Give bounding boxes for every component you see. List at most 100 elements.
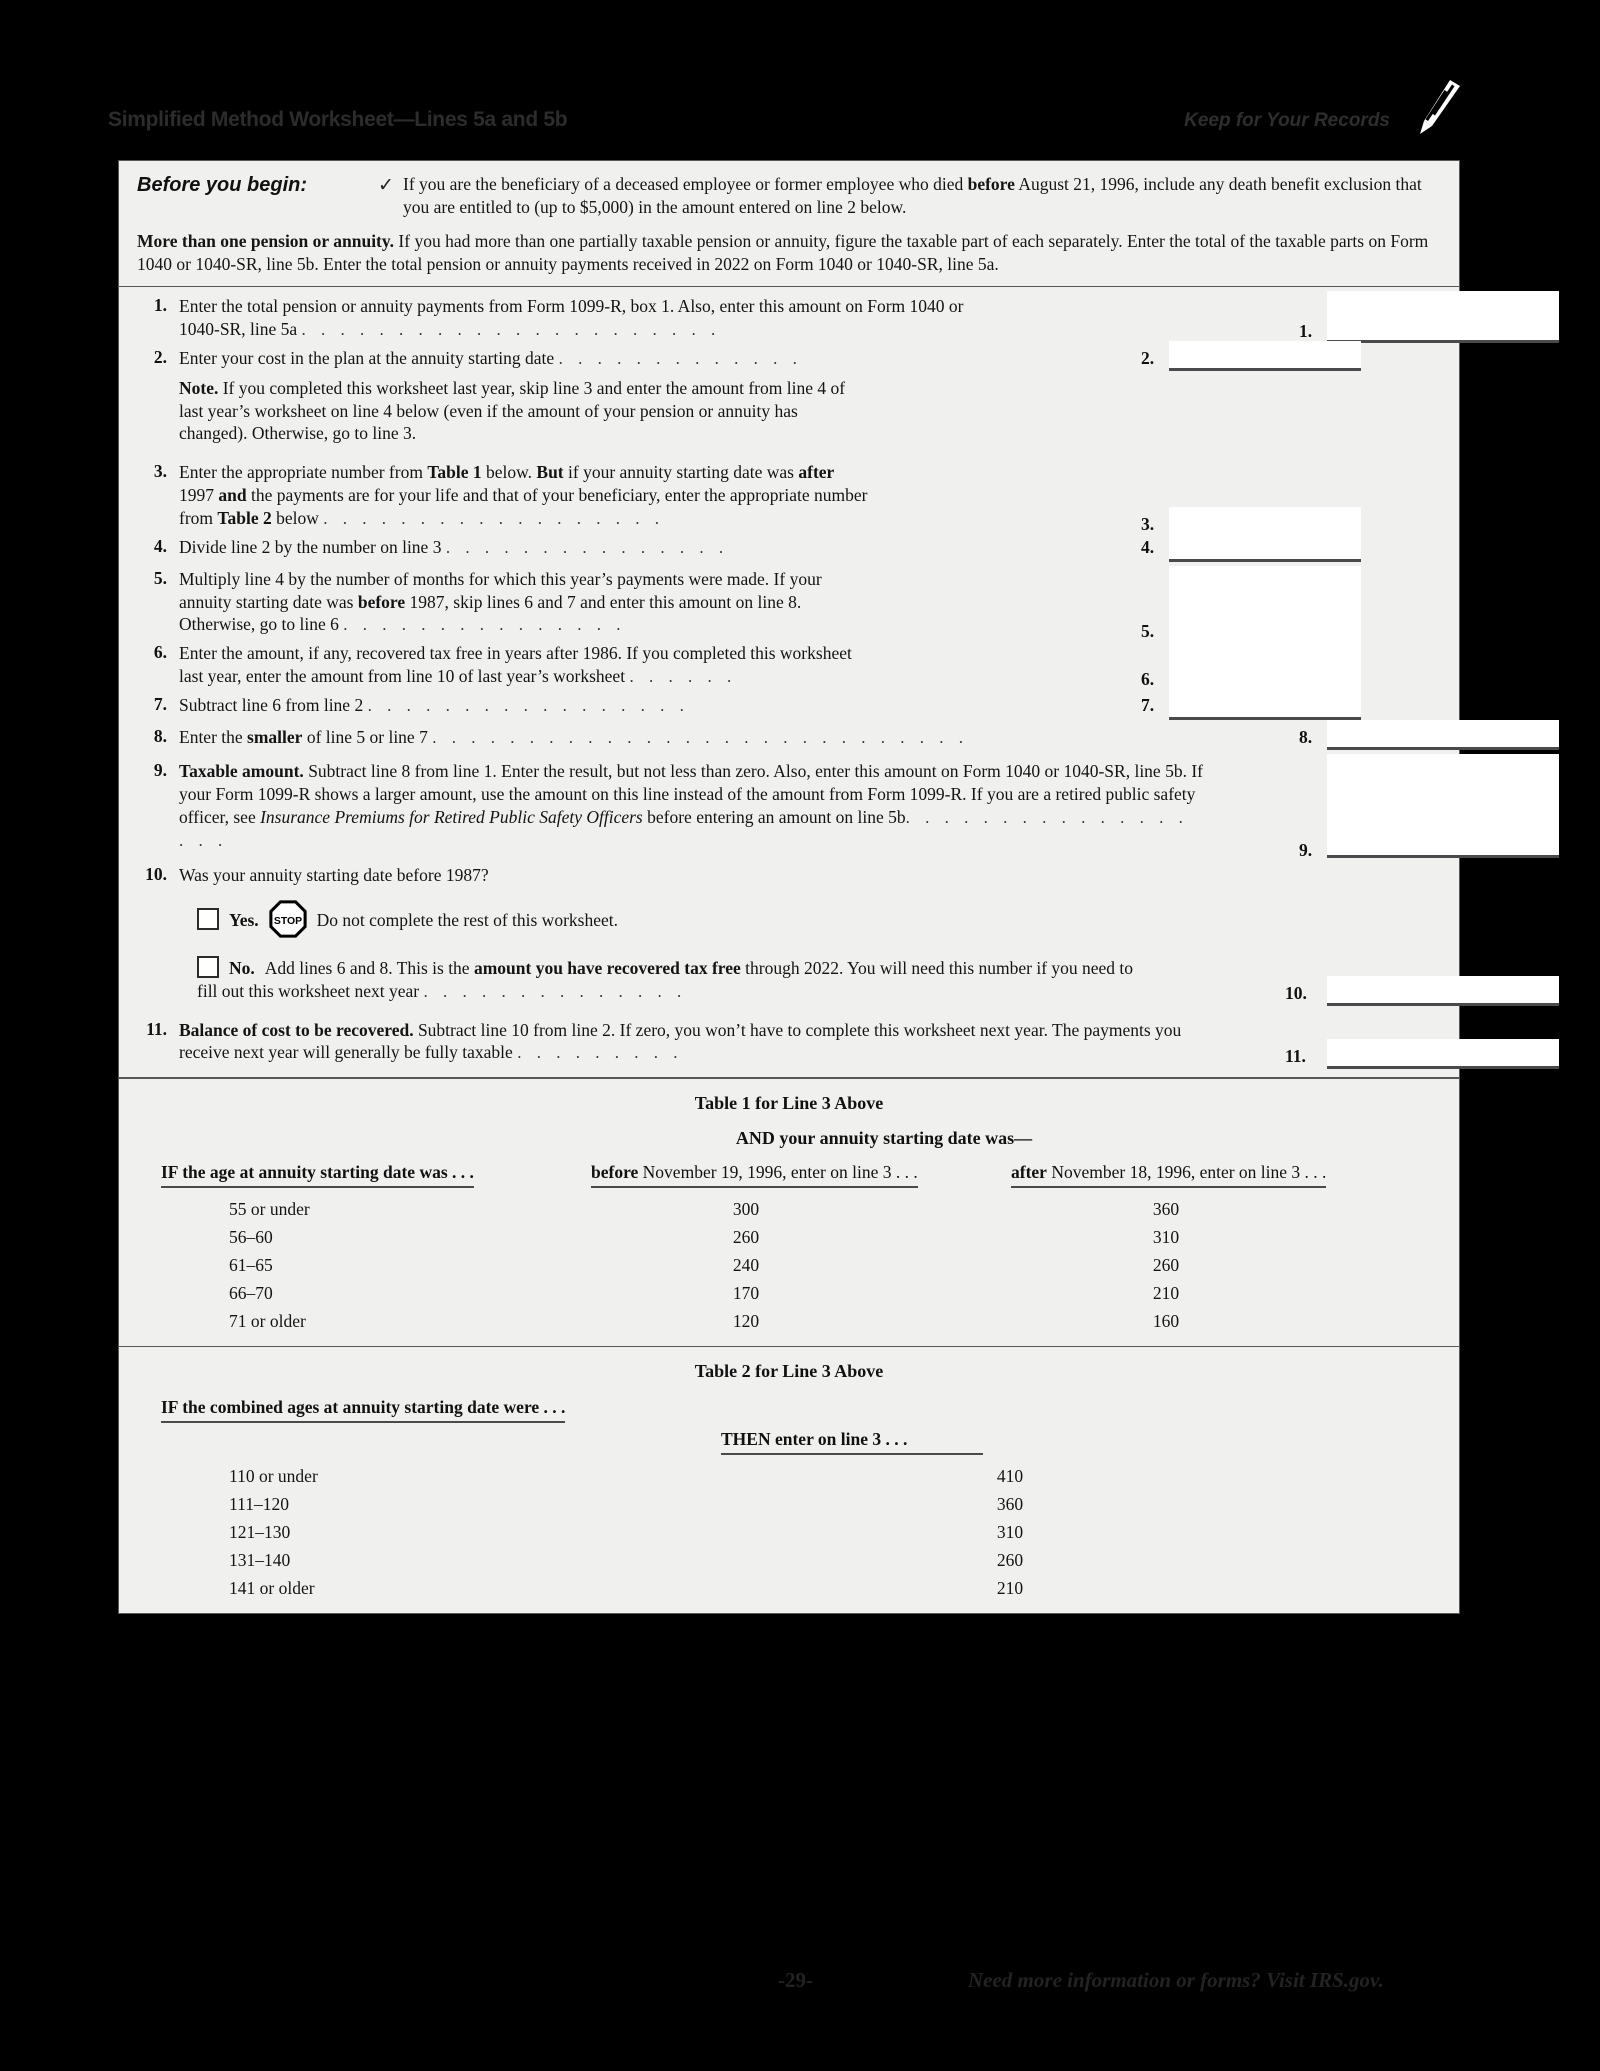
line-9-input-box[interactable] [1327, 754, 1559, 859]
line-3-t2: below. [481, 462, 537, 483]
line-10-no-t1: Add lines 6 and 8. This is the [264, 957, 474, 978]
line-8-input-box[interactable] [1327, 720, 1559, 751]
table-row: 310 [1152, 1227, 1180, 1248]
line-6-text: Enter the amount, if any, recovered tax … [179, 642, 869, 688]
more-pension-bold: More than one pension or annuity. [137, 230, 395, 251]
table-1-col-after: 360 310 260 210 160 [1011, 1196, 1417, 1336]
line-1-leader: . . . . . . . . . . . . . . . . . . . . … [301, 319, 721, 339]
line-3-leader: . . . . . . . . . . . . . . . . . . [323, 508, 665, 528]
worksheet-line-8: 8. Enter the smaller of line 5 or line 7… [119, 720, 1559, 752]
line-2-input-box[interactable] [1169, 340, 1361, 371]
table-row: 66–70 [229, 1283, 273, 1304]
svg-text:STOP: STOP [274, 916, 302, 927]
table-row: 110 or under [229, 1466, 318, 1487]
table-row: 260 [1152, 1255, 1180, 1276]
table-1-header-row: IF the age at annuity starting date was … [119, 1161, 1459, 1190]
pencil-icon [1406, 76, 1468, 138]
line-2-leader: . . . . . . . . . . . . . [558, 348, 803, 368]
table-row: 111–120 [229, 1494, 289, 1515]
line-8-leader: . . . . . . . . . . . . . . . . . . . . … [432, 728, 969, 748]
line-11-text: Balance of cost to be recovered. Subtrac… [179, 1019, 1204, 1065]
line-10-yes-text: Do not complete the rest of this workshe… [316, 909, 618, 930]
line-11-leader: . . . . . . . . . [517, 1043, 683, 1063]
line-9-text: Taxable amount. Subtract line 8 from lin… [179, 760, 1214, 852]
document-header: Simplified Method Worksheet—Lines 5a and… [108, 80, 1468, 152]
line-2-note-text: Note. If you completed this worksheet la… [179, 377, 869, 445]
line-8-box-number: 8. [1299, 727, 1313, 748]
line-10-no-body: No. Add lines 6 and 8. This is the amount… [179, 955, 1154, 1003]
line-10-no-row: No. Add lines 6 and 8. This is the amount… [119, 955, 1559, 1006]
line-6-box-number: 6. [1141, 669, 1155, 690]
table-2-title: Table 2 for Line 3 Above [694, 1360, 884, 1381]
line-5-text: Multiply line 4 by the number of months … [179, 568, 869, 637]
worksheet-line-7: 7. Subtract line 6 from line 2 . . . . .… [119, 690, 1459, 721]
line-5-before: before [357, 591, 406, 612]
line-9-t2: before entering an amount on line 5b [642, 806, 906, 827]
table-2-col1-header: IF the combined ages at annuity starting… [161, 1396, 721, 1457]
line-9-box-number: 9. [1299, 840, 1313, 861]
line-3-t1: Enter the appropriate number from [179, 462, 428, 483]
line-4-text-a: Divide line 2 by the number on line 3 [179, 536, 442, 557]
table-2-col1-header-text: IF the combined ages at annuity starting… [161, 1396, 566, 1417]
table-1-col-before: 300 260 240 170 120 [591, 1196, 1011, 1336]
line-6-text-a: Enter the amount, if any, recovered tax … [179, 643, 852, 687]
table-row: 260 [732, 1227, 760, 1248]
table-1-col-ages: 55 or under 56–60 61–65 66–70 71 or olde… [161, 1196, 591, 1336]
page-footer: -29- Need more information or forms? Vis… [0, 1960, 1600, 2020]
table-1-body: 55 or under 56–60 61–65 66–70 71 or olde… [119, 1196, 1459, 1336]
line-7-leader: . . . . . . . . . . . . . . . . . [367, 696, 690, 716]
worksheet-line-11: 11. Balance of cost to be recovered. Sub… [119, 1018, 1559, 1069]
before-you-begin-label: Before you begin: [137, 174, 308, 196]
line-7-text-a: Subtract line 6 from line 2 [179, 695, 364, 716]
worksheet-line-9: 9. Taxable amount. Subtract line 8 from … [119, 754, 1559, 860]
table-row: 410 [996, 1466, 1024, 1487]
line-3-table2-ref: Table 2 [217, 507, 272, 528]
line-5-box-number: 5. [1141, 620, 1155, 641]
table-row: 210 [1152, 1283, 1180, 1304]
bullet-bold-before: before [967, 174, 1015, 194]
line-3-number: 3. [153, 461, 167, 482]
line-2-text-a: Enter your cost in the plan at the annui… [179, 347, 555, 368]
line-3-box-number: 3. [1141, 514, 1155, 535]
table-2-section: Table 2 for Line 3 Above IF the combined… [119, 1347, 1459, 1613]
line-11-balance-bold: Balance of cost to be recovered. [179, 1019, 414, 1040]
line-6-input-box[interactable] [1169, 638, 1361, 695]
table-row: 300 [732, 1199, 760, 1220]
line-1-input-box[interactable] [1327, 291, 1559, 344]
line-10-yes-row: Yes. STOP Do not complete the rest of this… [119, 900, 1459, 938]
line-10-input-box[interactable] [1327, 975, 1559, 1006]
keep-for-records-label: Keep for Your Records [1184, 110, 1390, 131]
table-1-col2-header: before November 19, 1996, enter on line … [591, 1161, 1011, 1190]
line-3-t6: below [271, 507, 319, 528]
worksheet-line-5: 5. Multiply line 4 by the number of mont… [119, 565, 1459, 644]
line-5-number: 5. [153, 567, 167, 588]
line-4-input-box[interactable] [1169, 531, 1361, 562]
table-2-col-values: 410 360 310 260 210 [721, 1463, 1417, 1603]
table-2-header-row: IF the combined ages at annuity starting… [119, 1396, 1459, 1457]
line-3-and: and [218, 484, 247, 505]
line-5-leader: . . . . . . . . . . . . . . . [343, 615, 627, 635]
line-3-t3: if your annuity starting date was [563, 462, 799, 483]
line-1-text: Enter the total pension or annuity payme… [179, 295, 1459, 341]
no-checkbox[interactable] [197, 955, 219, 978]
table-1-title: Table 1 for Line 3 Above [694, 1092, 884, 1113]
line-11-box-number: 11. [1285, 1045, 1306, 1066]
worksheet-line-2: 2. Enter your cost in the plan at the an… [119, 340, 1459, 373]
line-3-table1-ref: Table 1 [427, 462, 482, 483]
table-1-col3-header: after November 18, 1996, enter on line 3… [1011, 1161, 1417, 1190]
more-than-one-pension-note: More than one pension or annuity. If you… [137, 230, 1441, 277]
yes-checkbox[interactable] [197, 907, 219, 930]
line-11-number: 11. [146, 1018, 167, 1039]
line-9-number: 9. [153, 760, 167, 781]
table-row: 121–130 [229, 1522, 291, 1543]
line-1-box-number: 1. [1299, 321, 1313, 342]
table-row: 310 [996, 1522, 1024, 1543]
line-10-question: Was your annuity starting date before 19… [179, 864, 489, 885]
worksheet-lines: 1. Enter the total pension or annuity pa… [119, 287, 1559, 1079]
table-row: 71 or older [229, 1311, 306, 1332]
line-11-input-box[interactable] [1327, 1038, 1559, 1069]
worksheet-panel: Before you begin: ✓ If you are the benef… [118, 160, 1559, 1614]
line-5-input-box[interactable] [1169, 565, 1361, 644]
line-7-input-box[interactable] [1169, 690, 1361, 721]
line-3-text: Enter the appropriate number from Table … [179, 461, 879, 530]
